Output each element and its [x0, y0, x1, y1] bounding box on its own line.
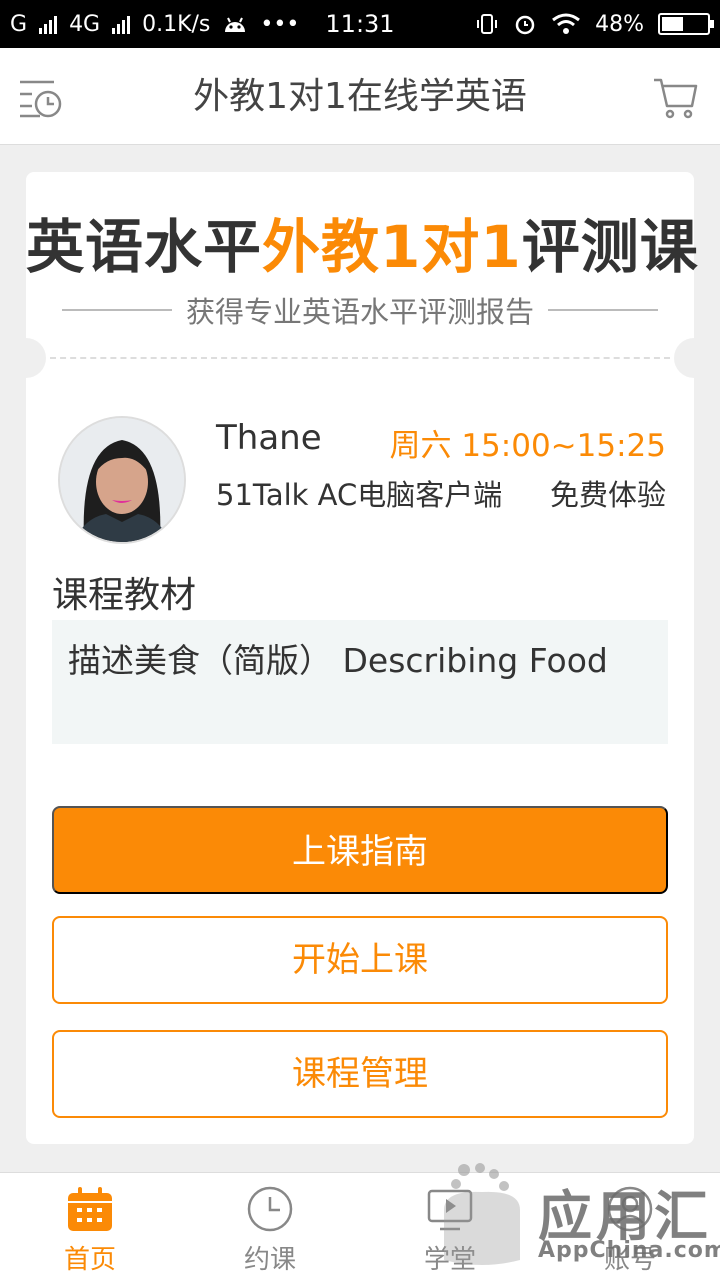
banner-title: 英语水平外教1对1评测课: [26, 200, 698, 284]
cart-icon[interactable]: [652, 74, 698, 120]
wifi-icon: [552, 13, 581, 34]
status-bar: G 4G 0.1K/s ••• 11:31 48%: [0, 0, 720, 48]
dashed-divider: [50, 357, 670, 359]
tab-home-label: 首页: [63, 1245, 116, 1275]
ticket-notch-right: [674, 338, 714, 378]
battery-percent: 48%: [595, 11, 644, 37]
battery-fill: [662, 17, 684, 31]
tab-book[interactable]: 约课: [180, 1173, 360, 1280]
vibrate-icon: [477, 14, 498, 34]
course-manage-button[interactable]: 课程管理: [52, 1030, 668, 1118]
watermark-logo-icon: [444, 1163, 520, 1265]
battery-icon: [658, 13, 714, 35]
banner-subtitle-text: 获得专业英语水平评测报告: [186, 295, 535, 329]
appchina-watermark: 应用汇 AppChina.com: [434, 1160, 720, 1280]
teacher-photo: [60, 418, 184, 542]
material-section-label: 课程教材: [52, 575, 197, 616]
teacher-name: Thane: [216, 418, 322, 458]
tab-book-label: 约课: [243, 1245, 296, 1275]
banner-title-highlight: 外教1对1: [262, 213, 522, 281]
start-class-button[interactable]: 开始上课: [52, 916, 668, 1004]
lesson-time: 周六 15:00~15:25: [389, 428, 666, 464]
lesson-card: 英语水平外教1对1评测课 获得专业英语水平评测报告 Thane 周六 15:00…: [6, 172, 714, 1144]
material-name: 描述美食（简版） Describing Food: [52, 620, 668, 744]
watermark-sub: AppChina.com: [538, 1238, 720, 1263]
ticket-notch-left: [6, 338, 46, 378]
divider-right: [548, 309, 659, 311]
banner-subtitle: 获得专业英语水平评测报告: [62, 290, 659, 330]
calendar-grid-icon: [68, 1187, 112, 1231]
app-header: 外教1对1在线学英语: [0, 48, 720, 145]
tab-home[interactable]: 首页: [0, 1173, 180, 1280]
lesson-client: 51Talk AC电脑客户端: [216, 478, 503, 512]
page-title: 外教1对1在线学英语: [193, 76, 527, 117]
lesson-type-badge: 免费体验: [549, 478, 666, 512]
alarm-icon: [515, 15, 535, 35]
clock-icon: [247, 1186, 293, 1232]
status-bar-right: 48%: [475, 0, 714, 48]
teacher-avatar: [58, 416, 186, 544]
class-guide-button[interactable]: 上课指南: [52, 806, 668, 894]
banner-title-part2: 评测课: [521, 213, 699, 281]
banner-title-part1: 英语水平: [26, 213, 263, 281]
divider-left: [62, 309, 172, 311]
